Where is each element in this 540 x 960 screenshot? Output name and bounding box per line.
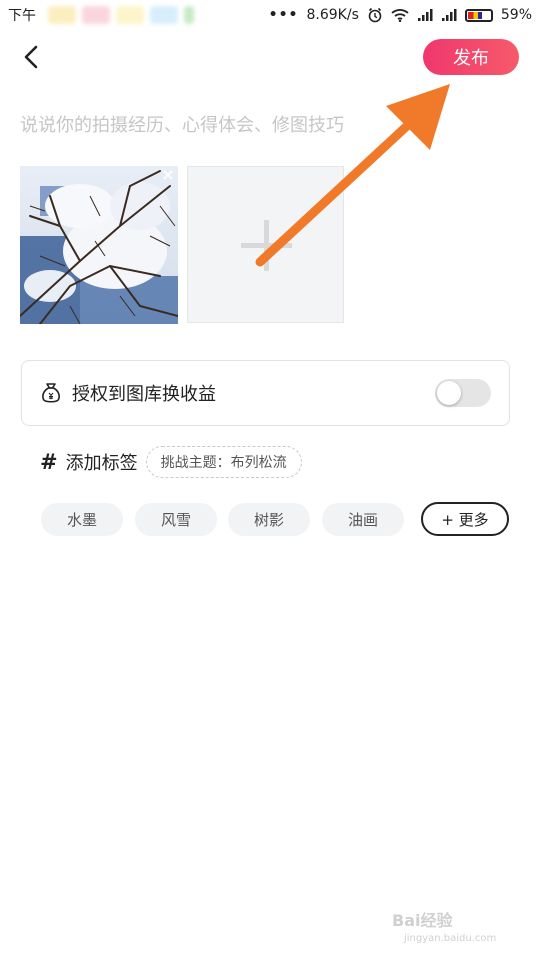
toggle-knob: [437, 381, 461, 405]
status-bar: 下午 ••• 8.69K/s 59%: [0, 0, 540, 30]
signal-icon: [441, 9, 457, 21]
alarm-icon: [368, 7, 382, 23]
more-dots-icon: •••: [268, 7, 299, 23]
tag-chip[interactable]: 风雪: [135, 503, 217, 536]
authorize-card: 授权到图库换收益: [21, 360, 510, 426]
tag-title: 添加标签: [65, 453, 138, 474]
money-bag-icon: [42, 383, 60, 403]
network-speed: 8.69K/s: [306, 7, 359, 23]
caption-input[interactable]: [20, 108, 520, 142]
status-time: 下午: [8, 8, 36, 24]
more-tags-button[interactable]: + 更多: [421, 502, 509, 536]
publish-screen: 下午 ••• 8.69K/s 59% 发布 说说你的拍摄经历、心得体会、修图技巧…: [0, 0, 540, 960]
remove-photo-icon[interactable]: [161, 168, 175, 182]
annotation-arrow: [255, 84, 450, 267]
notification-icon: [82, 6, 110, 24]
tag-chip[interactable]: 树影: [228, 503, 310, 536]
wifi-icon: [391, 9, 409, 22]
notification-icon: [116, 6, 144, 24]
add-photo-button[interactable]: [187, 166, 344, 323]
tag-chip[interactable]: 油画: [322, 503, 404, 536]
plus-icon: [241, 220, 292, 271]
photo-thumbnail[interactable]: [20, 166, 178, 324]
tag-header: # 添加标签 挑战主题：布列松流: [40, 446, 302, 478]
chevron-left-icon[interactable]: [20, 44, 44, 70]
status-right: ••• 8.69K/s 59%: [269, 7, 532, 23]
publish-button[interactable]: 发布: [423, 39, 519, 75]
watermark-url: jingyan.baidu.com: [404, 933, 497, 944]
baidu-watermark: Bai经验 jingyan.baidu.com: [392, 903, 522, 953]
notification-icon: [48, 6, 76, 24]
notification-icons: [48, 6, 194, 24]
tag-chip[interactable]: 水墨: [41, 503, 123, 536]
snow-branches-image: [20, 166, 178, 324]
battery-icon: [464, 8, 493, 22]
watermark-brand: Bai经验: [392, 911, 453, 930]
battery-level: 59%: [500, 7, 532, 23]
hashtag-icon: #: [40, 450, 58, 474]
signal-icon: [417, 9, 433, 21]
authorize-toggle[interactable]: [435, 379, 491, 407]
notification-icon: [150, 6, 178, 24]
authorize-label: 授权到图库换收益: [72, 384, 216, 405]
challenge-theme-chip[interactable]: 挑战主题：布列松流: [145, 446, 302, 478]
notification-icon: [184, 6, 194, 24]
